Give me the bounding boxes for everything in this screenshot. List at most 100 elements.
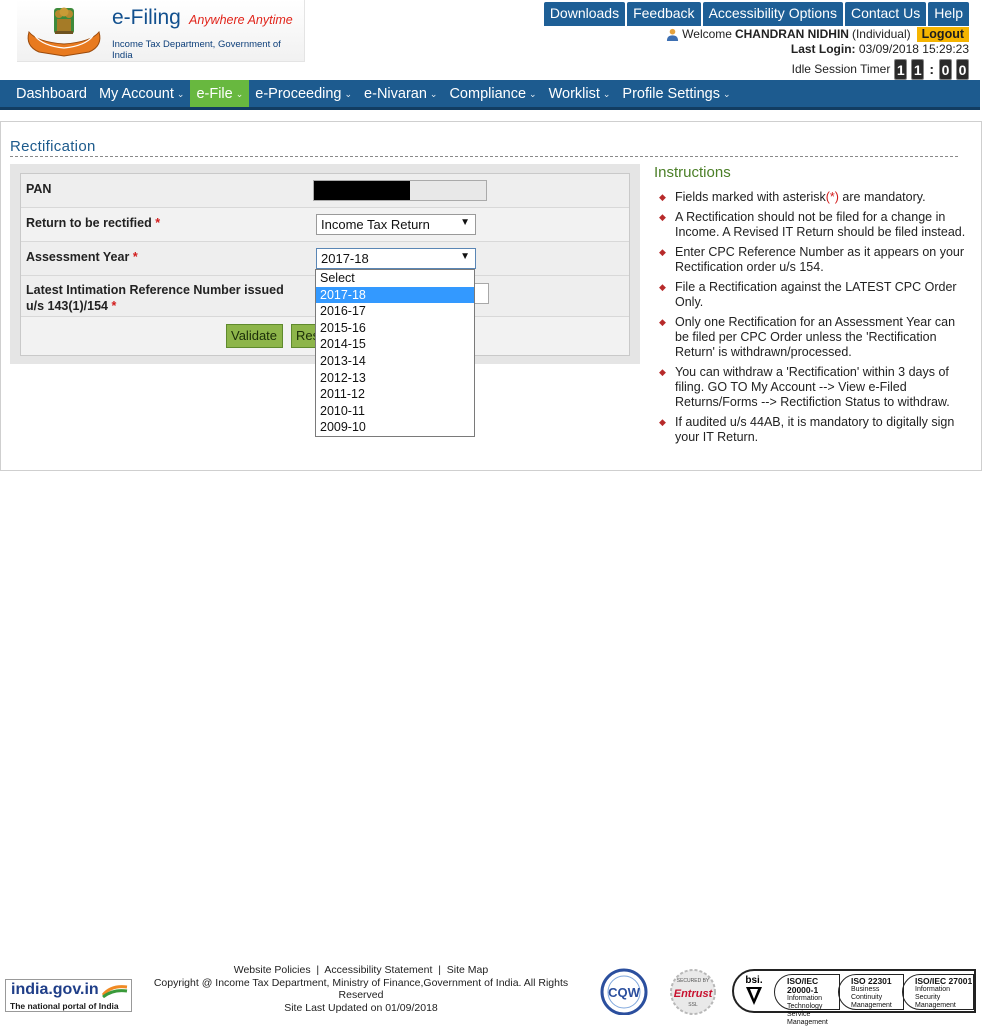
assessment-year-option[interactable]: 2012-13 [316, 370, 474, 387]
assessment-year-option[interactable]: 2017-18 [316, 286, 474, 304]
pan-redaction [314, 181, 410, 200]
accessibility-options-link[interactable]: Accessibility Options [702, 2, 843, 26]
assessment-year-option[interactable]: 2014-15 [316, 336, 474, 353]
chevron-down-icon: ⌄ [722, 88, 731, 99]
flag-swoosh-icon [101, 985, 128, 999]
nav-item-label: Dashboard [16, 86, 87, 102]
help-link[interactable]: Help [928, 2, 969, 26]
copyright-text: Copyright @ Income Tax Department, Minis… [153, 976, 569, 1002]
instruction-text: File a Rectification against the LATEST … [675, 280, 957, 309]
nav-compliance[interactable]: Compliance ⌄ [443, 80, 542, 107]
reset-button[interactable]: Reset [291, 324, 317, 348]
assessment-year-label-text: Assessment Year [26, 250, 130, 264]
nav-e-proceeding[interactable]: e-Proceeding ⌄ [249, 80, 358, 107]
entrust-secured-text: SECURED BY [677, 978, 710, 984]
entrust-text: Entrust [674, 988, 714, 1000]
efiling-logo[interactable]: e-Filing Anywhere Anytime Income Tax Dep… [17, 0, 305, 62]
site-footer: india.gov.in The national portal of Indi… [0, 963, 984, 1026]
nav-profile-settings[interactable]: Profile Settings ⌄ [616, 80, 736, 107]
timer-digit: 1 [894, 59, 908, 80]
reference-number-label-line2: u/s 143(1)/154 [26, 299, 108, 313]
assessment-year-option[interactable]: 2010-11 [316, 403, 474, 420]
pan-field [313, 180, 487, 201]
site-map-link[interactable]: Site Map [447, 964, 488, 976]
timer-digit: 0 [939, 59, 952, 80]
cert-code: ISO/IEC 27001 [915, 976, 973, 986]
cert-description: Business Continuity Management [851, 986, 892, 1009]
instruction-text: You can withdraw a 'Rectification' withi… [675, 365, 950, 409]
bullet-icon: ◆ [659, 317, 666, 327]
idle-session-timer: Idle Session Timer 1 1 : 0 0 [666, 59, 969, 80]
return-type-row: Return to be rectified * Income Tax Retu… [21, 208, 629, 242]
nav-e-nivaran[interactable]: e-Nivaran ⌄ [358, 80, 443, 107]
last-login-value: 03/09/2018 15:29:23 [858, 42, 969, 56]
assessment-year-option[interactable]: 2015-16 [316, 320, 474, 337]
cert-code: ISO 22301 [851, 976, 892, 986]
required-asterisk: * [111, 299, 117, 313]
reference-number-label-line1: Latest Intimation Reference Number issue… [26, 283, 284, 297]
chevron-down-icon: ⌄ [235, 88, 244, 99]
logout-button[interactable]: Logout [916, 27, 969, 42]
bullet-icon: ◆ [659, 282, 666, 292]
iso-20000-cert: ISO/IEC 20000-1 Information Technology S… [774, 974, 840, 1026]
assessment-year-option[interactable]: 2009-10 [316, 419, 474, 436]
user-name: CHANDRAN NIDHIN [734, 27, 849, 41]
timer-digit: 1 [911, 59, 925, 80]
certification-badges: CQW SECURED BY Entrust SSL bsi. ISO/IEC … [595, 966, 980, 1026]
cqw-badge-icon: CQW [600, 968, 648, 1015]
pan-label: PAN [26, 182, 52, 196]
last-login: Last Login: 03/09/2018 15:29:23 [666, 42, 969, 57]
nav-my-account[interactable]: My Account ⌄ [93, 80, 191, 107]
return-type-label-text: Return to be rectified [26, 216, 152, 230]
validate-button[interactable]: Validate [226, 324, 283, 348]
nav-item-label: e-Nivaran [364, 86, 427, 102]
page-title: Rectification [10, 138, 96, 155]
entrust-ssl-text: SSL [688, 1002, 698, 1008]
instruction-item: ◆ Fields marked with asterisk(*) are man… [657, 190, 967, 205]
assessment-year-option[interactable]: Select [316, 270, 474, 287]
bsi-kitemark-icon: bsi. [745, 975, 763, 1005]
return-type-select[interactable]: Income Tax Return ▼ [316, 214, 476, 235]
dropdown-arrow-icon: ▼ [460, 251, 470, 262]
contact-us-link[interactable]: Contact Us [844, 2, 927, 26]
bullet-icon: ◆ [659, 417, 666, 427]
top-links-bar: Downloads Feedback Accessibility Options… [543, 2, 969, 26]
user-type: (Individual) [851, 27, 911, 41]
instruction-item: ◆ Only one Rectification for an Assessmen… [657, 315, 967, 360]
pan-row: PAN [21, 174, 629, 208]
instruction-text: Only one Rectification for an Assessment… [675, 315, 956, 359]
site-header: e-Filing Anywhere Anytime Income Tax Dep… [0, 0, 984, 80]
india-gov-portal-logo[interactable]: india.gov.in The national portal of Indi… [5, 979, 132, 1012]
bsi-certifications: bsi. ISO/IEC 20000-1 Information Technol… [732, 969, 976, 1026]
welcome-line: Welcome CHANDRAN NIDHIN (Individual) Log… [666, 27, 969, 42]
accessibility-statement-link[interactable]: Accessibility Statement [324, 964, 432, 976]
assessment-year-select[interactable]: 2017-18 ▼ [316, 248, 476, 269]
feedback-link[interactable]: Feedback [627, 2, 701, 26]
instructions-title: Instructions [654, 164, 731, 181]
nav-e-file[interactable]: e-File ⌄ [190, 80, 250, 107]
instruction-item: ◆ If audited u/s 44AB, it is mandatory to… [657, 415, 967, 445]
assessment-year-option[interactable]: 2011-12 [316, 386, 474, 403]
footer-links-row: Website Policies | Accessibility Stateme… [233, 964, 489, 976]
instruction-text: A Rectification should not be filed for … [675, 210, 966, 239]
asterisk-marker: (*) [825, 190, 839, 204]
assessment-year-option[interactable]: 2013-14 [316, 353, 474, 370]
chevron-down-icon: ⌄ [529, 88, 537, 99]
assessment-year-value: 2017-18 [321, 251, 369, 266]
footer-text: Website Policies | Accessibility Stateme… [140, 964, 582, 1014]
cert-description: Information Technology Service Managemen… [787, 995, 828, 1026]
nav-worklist[interactable]: Worklist ⌄ [543, 80, 617, 107]
iso-22301-cert: ISO 22301 Business Continuity Management [838, 974, 904, 1010]
india-portal-subtitle: The national portal of India [10, 1001, 119, 1011]
website-policies-link[interactable]: Website Policies [234, 964, 311, 976]
downloads-link[interactable]: Downloads [543, 2, 626, 26]
bsi-text: bsi. [745, 975, 762, 986]
chevron-down-icon: ⌄ [176, 88, 185, 99]
user-info: Welcome CHANDRAN NIDHIN (Individual) Log… [666, 27, 969, 80]
cert-description: Information Security Management [915, 986, 956, 1009]
assessment-year-option[interactable]: 2016-17 [316, 303, 474, 320]
bullet-icon: ◆ [659, 212, 666, 222]
chevron-down-icon: ⌄ [344, 88, 353, 99]
nav-dashboard[interactable]: Dashboard [10, 80, 93, 107]
instruction-text: Enter CPC Reference Number as it appears… [675, 245, 965, 274]
